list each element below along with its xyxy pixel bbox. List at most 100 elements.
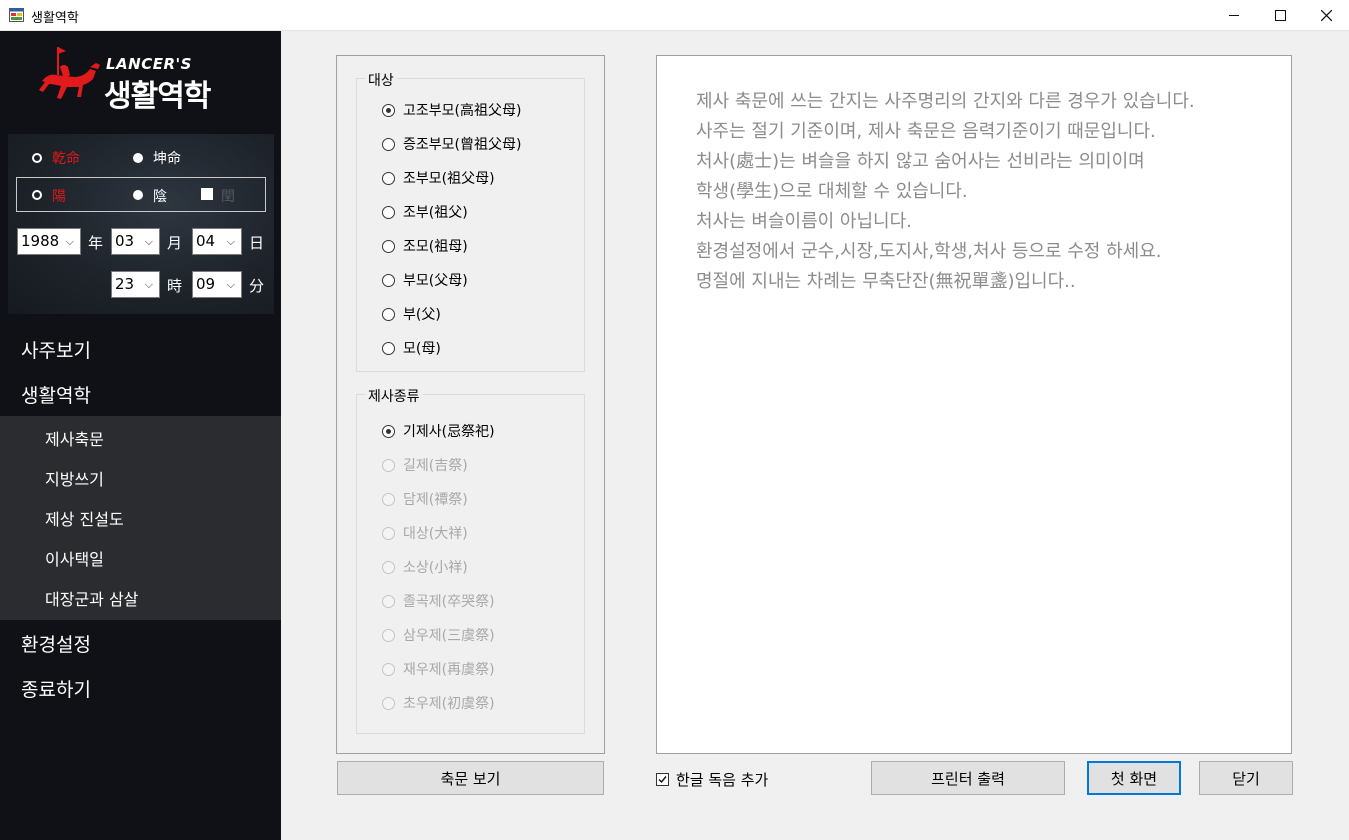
menu-item-settings[interactable]: 환경설정 — [21, 630, 91, 657]
maximize-icon — [1274, 10, 1286, 21]
lunar-radio[interactable] — [133, 190, 143, 200]
radio-icon — [382, 273, 395, 287]
target-option[interactable]: 조모(祖母) — [382, 236, 468, 256]
menu-item-saju[interactable]: 사주보기 — [21, 336, 91, 363]
target-option-label: 증조부모(曾祖父母) — [403, 137, 522, 153]
menu-item-exit[interactable]: 종료하기 — [21, 675, 91, 702]
logo: LANCER'S 생활역학 — [38, 45, 238, 115]
rite-option-label: 기제사(忌祭祀) — [403, 424, 495, 440]
hangul-reading-label: 한글 독음 추가 — [676, 771, 769, 789]
rite-option[interactable]: 기제사(忌祭祀) — [382, 421, 495, 441]
month-value: 03 — [115, 232, 135, 250]
birth-input-panel: 乾命 坤命 陽 陰 閏 1988 ⌵ 年 03 ⌵ 月 04 ⌵ 日 23 ⌵ … — [8, 134, 274, 314]
target-option[interactable]: 증조부모(曾祖父母) — [382, 134, 521, 154]
sidebar: LANCER'S 생활역학 乾命 坤命 陽 陰 閏 1988 ⌵ 年 03 ⌵ … — [0, 31, 281, 840]
radio-icon — [382, 239, 395, 253]
print-button[interactable]: 프린터 출력 — [871, 761, 1065, 795]
target-option-label: 부모(父母) — [403, 273, 468, 289]
rite-option-label: 재우제(再虞祭) — [403, 662, 495, 678]
submenu-item-jesang[interactable]: 제상 진설도 — [45, 506, 124, 530]
rite-group-legend: 제사종류 — [365, 386, 423, 406]
radio-icon — [382, 696, 395, 710]
radio-icon — [382, 205, 395, 219]
minimize-button[interactable] — [1211, 0, 1257, 31]
target-option[interactable]: 모(母) — [382, 338, 441, 358]
hour-value: 23 — [115, 275, 135, 293]
chevron-down-icon: ⌵ — [144, 235, 153, 248]
maximize-button[interactable] — [1257, 0, 1303, 31]
submenu-item-moving-date[interactable]: 이사택일 — [45, 546, 104, 570]
rite-option: 재우제(再虞祭) — [382, 659, 495, 679]
home-button[interactable]: 첫 화면 — [1087, 761, 1181, 795]
target-group: 대상 고조부모(高祖父母) 증조부모(曾祖父母) 조부모(祖父母) 조부(祖父)… — [356, 70, 585, 372]
year-select[interactable]: 1988 ⌵ — [17, 228, 81, 255]
rite-option-label: 졸곡제(卒哭祭) — [403, 594, 495, 610]
hour-select[interactable]: 23 ⌵ — [111, 271, 160, 298]
rite-group: 제사종류 기제사(忌祭祀) 길제(吉祭) 담제(禫祭) 대상(大祥) 소상(小祥… — [356, 386, 585, 734]
radio-icon — [382, 307, 395, 321]
target-option[interactable]: 조부모(祖父母) — [382, 168, 495, 188]
info-line: 처사(處士)는 벼슬을 하지 않고 숨어사는 선비라는 의미이며 — [696, 151, 1145, 172]
rite-option-label: 삼우제(三虞祭) — [403, 628, 495, 644]
rite-option: 졸곡제(卒哭祭) — [382, 591, 495, 611]
day-unit: 日 — [249, 234, 265, 252]
view-chukmun-button[interactable]: 축문 보기 — [337, 761, 604, 795]
close-window-button[interactable] — [1303, 0, 1349, 31]
info-line: 제사 축문에 쓰는 간지는 사주명리의 간지와 다른 경우가 있습니다. — [696, 91, 1195, 112]
radio-icon — [382, 458, 395, 472]
horse-rider-icon — [39, 47, 100, 99]
info-line: 학생(學生)으로 대체할 수 있습니다. — [696, 181, 968, 202]
day-select[interactable]: 04 ⌵ — [192, 228, 242, 255]
month-select[interactable]: 03 ⌵ — [111, 228, 160, 255]
submenu-item-daejanggun[interactable]: 대장군과 삼살 — [45, 586, 138, 610]
minute-select[interactable]: 09 ⌵ — [192, 271, 242, 298]
solar-radio[interactable] — [32, 190, 42, 200]
info-line: 처사는 벼슬이름이 아닙니다. — [696, 211, 912, 232]
month-unit: 月 — [167, 234, 183, 252]
radio-icon — [382, 341, 395, 355]
target-option[interactable]: 조부(祖父) — [382, 202, 468, 222]
rite-option: 대상(大祥) — [382, 523, 468, 543]
chevron-down-icon: ⌵ — [65, 235, 74, 248]
target-group-legend: 대상 — [365, 70, 397, 90]
target-option-label: 고조부모(高祖父母) — [403, 103, 522, 119]
rite-option-label: 초우제(初虞祭) — [403, 696, 495, 712]
chevron-down-icon: ⌵ — [226, 278, 235, 291]
day-value: 04 — [196, 232, 216, 250]
submenu-item-jesa-chukmun[interactable]: 제사축문 — [45, 426, 104, 450]
rite-option-label: 담제(禫祭) — [403, 492, 468, 508]
submenu-item-jibang[interactable]: 지방쓰기 — [45, 466, 104, 490]
close-button[interactable]: 닫기 — [1199, 761, 1293, 795]
solar-label: 陽 — [52, 189, 66, 205]
leap-month-checkbox[interactable] — [201, 188, 213, 200]
gender-male-label: 乾命 — [52, 151, 80, 167]
hangul-reading-checkbox[interactable]: 한글 독음 추가 — [656, 769, 768, 790]
menu-item-life[interactable]: 생활역학 — [21, 381, 91, 408]
target-option-label: 조부모(祖父母) — [403, 171, 495, 187]
radio-icon — [382, 560, 395, 574]
target-option[interactable]: 고조부모(高祖父母) — [382, 100, 521, 120]
submenu: 제사축문 지방쓰기 제상 진설도 이사택일 대장군과 삼살 — [0, 416, 281, 620]
gender-female-radio[interactable] — [133, 153, 143, 163]
rite-option: 길제(吉祭) — [382, 455, 468, 475]
target-option[interactable]: 부모(父母) — [382, 270, 468, 290]
title-bar: 생활역학 — [0, 0, 1349, 31]
target-option-label: 조부(祖父) — [403, 205, 468, 221]
radio-icon — [382, 594, 395, 608]
info-textbox[interactable]: 제사 축문에 쓰는 간지는 사주명리의 간지와 다른 경우가 있습니다. 사주는… — [656, 55, 1292, 754]
minute-unit: 分 — [249, 277, 265, 295]
lunar-label: 陰 — [153, 189, 167, 205]
checkbox-checked-icon — [656, 773, 669, 786]
radio-selected-icon — [382, 103, 395, 117]
options-panel: 대상 고조부모(高祖父母) 증조부모(曾祖父母) 조부모(祖父母) 조부(祖父)… — [336, 55, 605, 754]
rite-option: 초우제(初虞祭) — [382, 693, 495, 713]
gender-male-radio[interactable] — [32, 153, 42, 163]
rite-option: 소상(小祥) — [382, 557, 468, 577]
minimize-icon — [1228, 15, 1239, 16]
close-icon — [1320, 10, 1332, 21]
logo-title: 생활역학 — [104, 79, 211, 114]
target-option[interactable]: 부(父) — [382, 304, 441, 324]
info-line: 명절에 지내는 차례는 무축단잔(無祝單盞)입니다.. — [696, 271, 1076, 292]
info-line: 사주는 절기 기준이며, 제사 축문은 음력기준이기 때문입니다. — [696, 121, 1156, 142]
target-option-label: 조모(祖母) — [403, 239, 468, 255]
